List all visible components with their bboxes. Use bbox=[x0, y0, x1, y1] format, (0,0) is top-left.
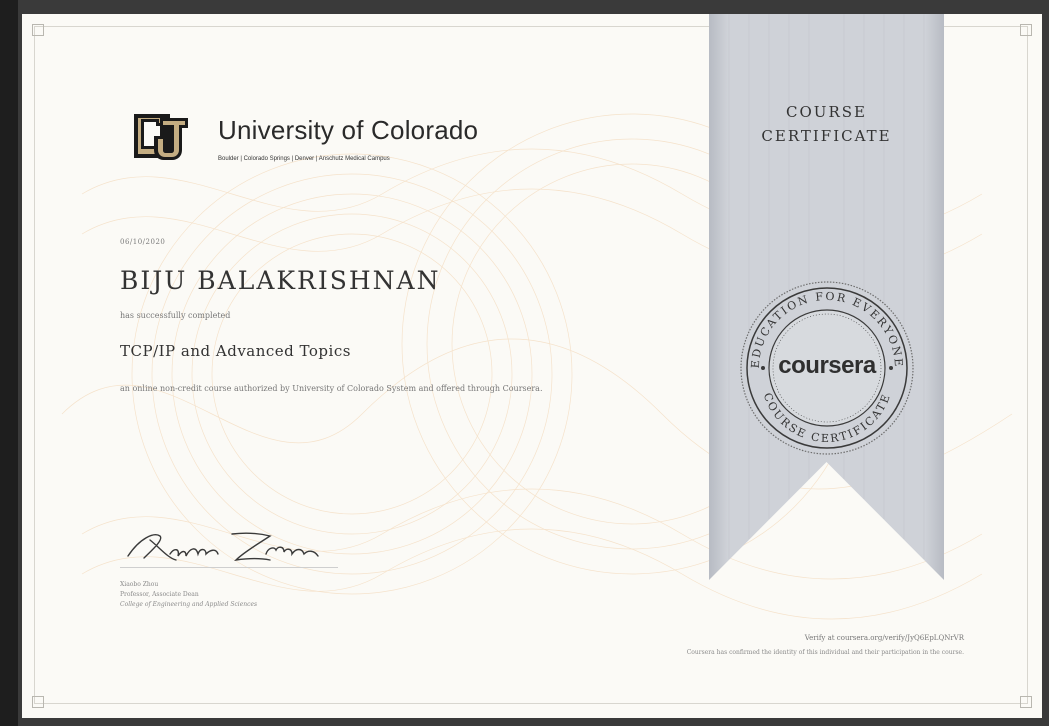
university-campuses: Boulder | Colorado Springs | Denver | An… bbox=[218, 156, 390, 162]
course-description: an online non-credit course authorized b… bbox=[120, 384, 543, 393]
signer-title: Professor, Associate Dean bbox=[120, 591, 199, 598]
ribbon-title-line2: CERTIFICATE bbox=[761, 127, 892, 145]
cu-logo-icon bbox=[134, 114, 188, 160]
seal-brand: coursera bbox=[778, 352, 876, 379]
viewer-left-edge bbox=[0, 0, 18, 726]
signature-line bbox=[120, 567, 338, 568]
recipient-name: BIJU BALAKRISHNAN bbox=[120, 266, 441, 295]
corner-ornament bbox=[1020, 696, 1032, 708]
signer-department: College of Engineering and Applied Scien… bbox=[120, 601, 258, 608]
signature bbox=[127, 532, 319, 561]
ribbon-title-line1: COURSE bbox=[786, 103, 867, 121]
corner-ornament bbox=[32, 696, 44, 708]
course-title: TCP/IP and Advanced Topics bbox=[120, 342, 351, 360]
completed-text: has successfully completed bbox=[120, 311, 231, 320]
signer-name: Xiaobo Zhou bbox=[120, 581, 159, 588]
certificate-page: University of Colorado Boulder | Colorad… bbox=[22, 14, 1042, 718]
signer-block: Xiaobo Zhou Professor, Associate Dean Co… bbox=[120, 580, 257, 610]
verify-link-text[interactable]: Verify at coursera.org/verify/JyQ6EpLQNr… bbox=[805, 634, 964, 642]
corner-ornament bbox=[1020, 24, 1032, 36]
ribbon-title: COURSE CERTIFICATE bbox=[709, 100, 944, 148]
certificate-date: 06/10/2020 bbox=[120, 238, 166, 246]
university-name: University of Colorado bbox=[218, 115, 479, 145]
svg-text:COURSE CERTIFICATE: COURSE CERTIFICATE bbox=[761, 391, 894, 445]
verification-confirmation: Coursera has confirmed the identity of t… bbox=[686, 649, 964, 656]
seal-bottom-text: COURSE CERTIFICATE bbox=[761, 391, 892, 445]
corner-ornament bbox=[32, 24, 44, 36]
